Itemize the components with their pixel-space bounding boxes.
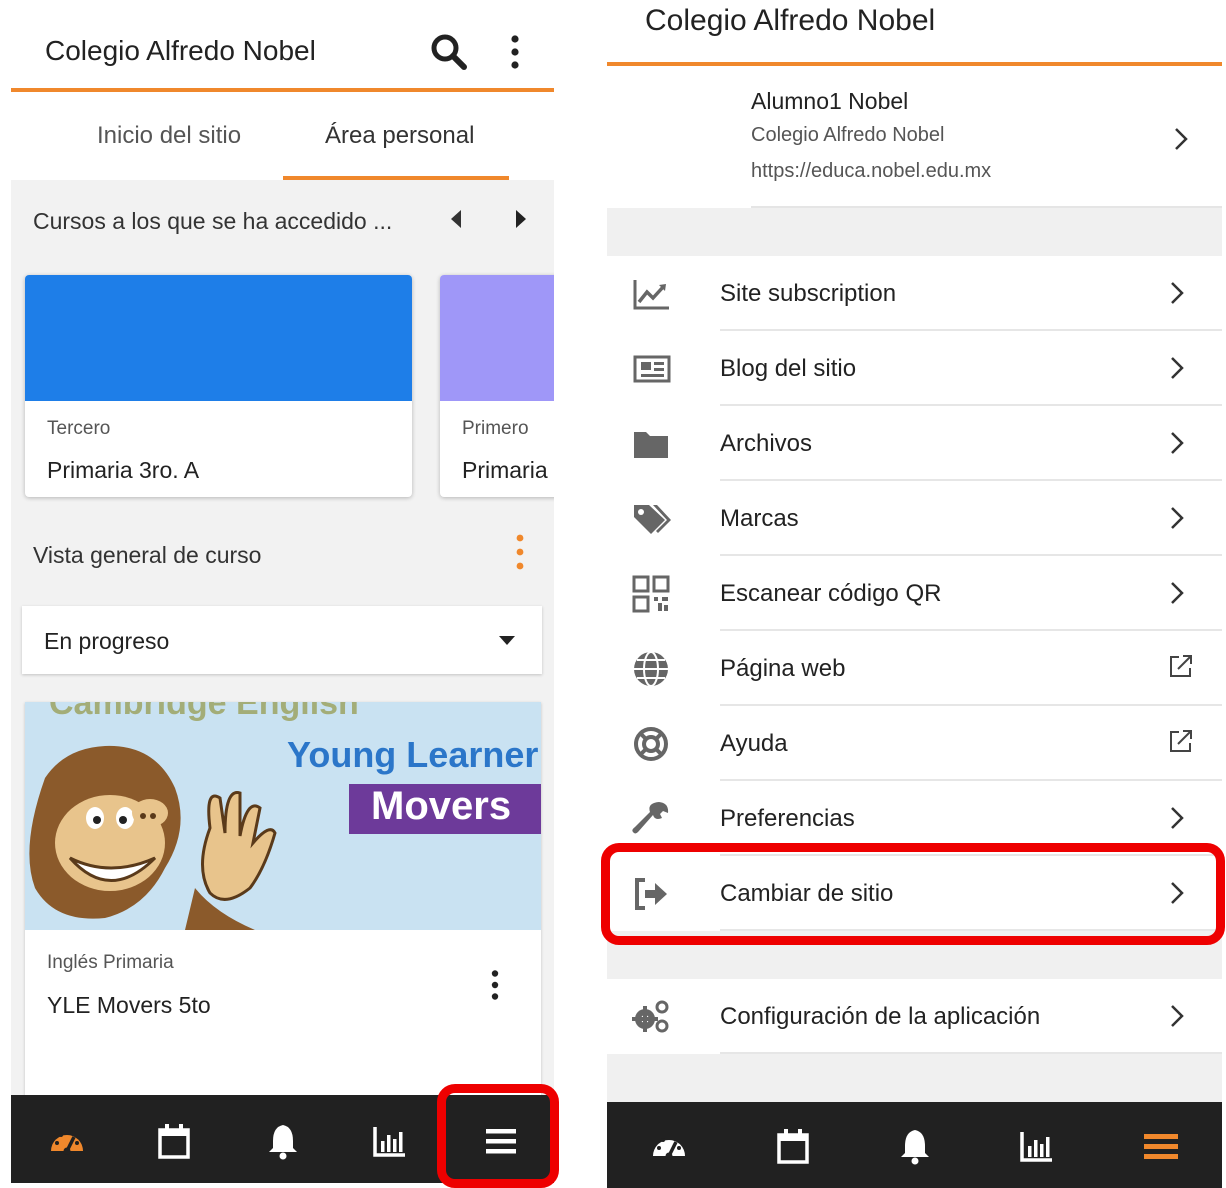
cogs-icon <box>632 1000 669 1033</box>
tags-icon <box>634 505 671 534</box>
tab-area-personal[interactable]: Área personal <box>325 122 474 150</box>
left-screen: Colegio Alfredo Nobel Inicio del sitio Á… <box>11 0 554 1183</box>
dropdown-caret-icon <box>499 636 515 645</box>
menu-label: Configuración de la aplicación <box>720 1003 1041 1030</box>
chevron-right-icon <box>1171 282 1184 304</box>
chart-line-icon <box>633 280 669 310</box>
dashboard-icon[interactable] <box>47 1121 87 1161</box>
site-name: Colegio Alfredo Nobel <box>751 124 945 146</box>
next-arrow-icon[interactable] <box>516 210 526 228</box>
menu-label: Página web <box>720 655 846 682</box>
wrench-icon <box>632 802 669 834</box>
site-title: Colegio Alfredo Nobel <box>45 35 316 66</box>
right-screen: Colegio Alfredo Nobel Alumno1 Nobel Cole… <box>607 0 1222 1188</box>
menu-label: Escanear código QR <box>720 580 942 607</box>
recent-courses-header: Cursos a los que se ha accedido ... <box>11 180 554 258</box>
menu-label: Marcas <box>720 505 799 532</box>
monkey-illustration-icon <box>29 745 277 930</box>
recent-courses-title: Cursos a los que se ha accedido ... <box>33 208 393 234</box>
external-link-icon <box>1170 730 1192 752</box>
more-options-icon[interactable] <box>505 34 525 74</box>
menu-label: Blog del sitio <box>720 355 857 382</box>
chevron-right-icon <box>1171 807 1184 829</box>
bell-icon[interactable] <box>263 1121 303 1161</box>
user-name: Alumno1 Nobel <box>751 88 909 114</box>
chevron-right-icon <box>1171 1005 1184 1027</box>
course-name: Primaria 3ro. A <box>47 457 200 483</box>
course-overview-header: Vista general de curso <box>11 514 554 594</box>
menu-label: Archivos <box>720 430 813 457</box>
site-title: Colegio Alfredo Nobel <box>645 4 936 37</box>
grades-icon[interactable] <box>370 1121 410 1161</box>
menu-item-marcas[interactable]: Marcas <box>607 481 1222 556</box>
menu-item-pagina-web[interactable]: Página web <box>607 631 1222 706</box>
menu-item-escanear-qr[interactable]: Escanear código QR <box>607 556 1222 631</box>
tab-inicio-del-sitio[interactable]: Inicio del sitio <box>97 122 241 150</box>
chevron-right-icon <box>1171 582 1184 604</box>
overview-options-icon[interactable] <box>516 534 524 570</box>
menu-label: Preferencias <box>720 805 855 832</box>
menu-item-blog-del-sitio[interactable]: Blog del sitio <box>607 331 1222 406</box>
course-filter-select[interactable]: En progreso <box>22 606 542 674</box>
dashboard-content: Cursos a los que se ha accedido ... Terc… <box>11 180 554 1097</box>
recent-course-card[interactable]: Tercero Primaria 3ro. A <box>25 275 412 497</box>
life-ring-icon <box>634 727 668 761</box>
calendar-icon[interactable] <box>154 1121 194 1161</box>
course-image: Cambridge English Young Learner Movers <box>25 702 541 930</box>
course-category: Tercero <box>47 418 111 439</box>
grades-icon[interactable] <box>1017 1126 1057 1166</box>
dashboard-icon[interactable] <box>649 1126 689 1166</box>
chevron-right-icon <box>1171 357 1184 379</box>
course-name: Primaria 1 <box>462 457 554 483</box>
course-name: YLE Movers 5to <box>47 992 211 1018</box>
qrcode-icon <box>632 575 670 613</box>
recent-course-card[interactable]: Primero Primaria 1 <box>440 275 554 497</box>
globe-icon <box>634 651 668 687</box>
account-row[interactable]: Alumno1 Nobel Colegio Alfredo Nobel http… <box>607 66 1222 208</box>
highlight-cambiar-de-sitio <box>601 843 1225 945</box>
course-options-icon[interactable] <box>491 970 499 1000</box>
app-header: Colegio Alfredo Nobel <box>11 0 554 92</box>
section-gap <box>607 208 1222 256</box>
tab-bar: Inicio del sitio Área personal <box>11 92 554 180</box>
menu-label: Site subscription <box>720 280 897 307</box>
course-image-title-line2: Movers <box>371 784 512 828</box>
highlight-menu-button <box>437 1084 559 1188</box>
chevron-right-icon <box>1171 432 1184 454</box>
menu-icon[interactable] <box>1141 1126 1181 1166</box>
bottom-navigation <box>607 1102 1222 1188</box>
course-card[interactable]: Cambridge English Young Learner Movers I… <box>25 702 541 1097</box>
app-header: Colegio Alfredo Nobel <box>607 0 1222 66</box>
external-link-icon <box>1170 655 1192 677</box>
folder-icon <box>634 432 668 458</box>
menu-item-archivos[interactable]: Archivos <box>607 406 1222 481</box>
search-icon[interactable] <box>429 32 469 72</box>
bell-icon[interactable] <box>895 1126 935 1166</box>
site-url: https://educa.nobel.edu.mx <box>751 160 992 182</box>
course-color-banner <box>440 275 554 401</box>
menu-item-site-subscription[interactable]: Site subscription <box>607 256 1222 331</box>
course-category: Primero <box>462 418 529 439</box>
menu-item-configuracion-app[interactable]: Configuración de la aplicación <box>607 979 1222 1054</box>
menu-label: Ayuda <box>720 730 788 757</box>
previous-arrow-icon[interactable] <box>451 210 461 228</box>
calendar-icon[interactable] <box>773 1126 813 1166</box>
course-color-banner <box>25 275 412 401</box>
section-gap <box>607 1054 1222 1102</box>
chevron-right-icon <box>1171 507 1184 529</box>
menu-item-ayuda[interactable]: Ayuda <box>607 706 1222 781</box>
chevron-right-icon <box>1175 128 1188 150</box>
newspaper-icon <box>633 355 671 383</box>
course-overview-title: Vista general de curso <box>33 542 262 568</box>
course-category: Inglés Primaria <box>47 952 174 973</box>
filter-selected-value: En progreso <box>44 628 170 654</box>
course-image-title-line1: Young Learner <box>287 734 539 775</box>
